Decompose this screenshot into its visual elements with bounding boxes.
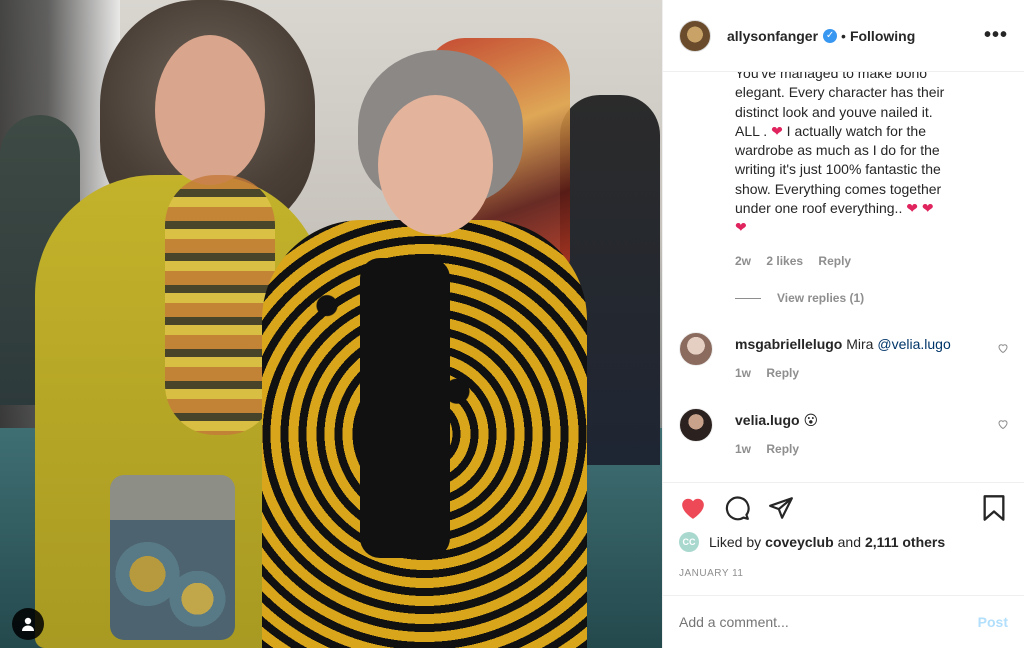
avatar[interactable] <box>679 332 713 366</box>
heart-filled-icon[interactable] <box>679 494 707 522</box>
liker-username[interactable]: coveyclub <box>765 534 833 550</box>
comment-line: elegant. Every character has their <box>735 84 945 101</box>
comment-line: ❤ <box>735 219 747 236</box>
likes-others-link[interactable]: 2,111 others <box>865 534 945 550</box>
comment-meta: 1w Reply <box>735 366 811 380</box>
share-icon[interactable] <box>767 494 795 522</box>
more-options-icon[interactable]: ••• <box>984 24 1008 47</box>
comment-time: 1w <box>735 442 752 456</box>
liker-avatar[interactable]: CC <box>679 532 699 552</box>
comment-text: msgabriellelugo Mira @velia.lugo <box>735 336 951 352</box>
comment-content: Mira <box>846 336 874 352</box>
reply-button[interactable]: Reply <box>818 254 851 268</box>
post-side-panel: allysonfanger ✓ • Following ••• You've m… <box>662 0 1024 648</box>
avatar[interactable] <box>679 19 711 52</box>
bookmark-icon[interactable] <box>980 494 1008 522</box>
comment-time: 1w <box>735 366 752 380</box>
photo-woman-face <box>155 35 265 185</box>
comment-meta: 2w 2 likes Reply <box>735 254 863 268</box>
comment-likes[interactable]: 2 likes <box>766 254 803 268</box>
mention-link[interactable]: @velia.lugo <box>877 336 950 352</box>
post-photo[interactable] <box>0 0 662 648</box>
comment-username[interactable]: velia.lugo <box>735 412 800 428</box>
comment-line: distinct look and youve nailed it. <box>735 103 933 120</box>
comment-line: wardrobe as much as I do for the <box>735 142 940 159</box>
comment-body: You've managed to make bono elegant. Eve… <box>735 72 975 238</box>
photo-necklace <box>165 175 275 435</box>
reply-button[interactable]: Reply <box>766 366 799 380</box>
likes-summary: CC Liked by coveyclub and 2,111 others <box>679 532 949 552</box>
photo-black-shirt <box>360 258 450 558</box>
likes-prefix: Liked by <box>709 534 762 550</box>
separator-dot: • <box>841 27 846 44</box>
comment-line: show. Everything comes together <box>735 180 942 197</box>
comment-time: 2w <box>735 254 752 268</box>
comment-input[interactable] <box>679 614 978 630</box>
heart-outline-icon[interactable] <box>997 418 1009 433</box>
reply-button[interactable]: Reply <box>766 442 799 456</box>
comment-meta: 1w Reply <box>735 442 811 456</box>
post-comment-button[interactable]: Post <box>978 614 1008 630</box>
comment-text: velia.lugo 😮 <box>735 412 818 429</box>
verified-badge-icon: ✓ <box>823 28 838 43</box>
add-comment-bar: Post <box>663 595 1024 648</box>
post-date[interactable]: JANUARY 11 <box>679 568 743 579</box>
view-replies-button[interactable]: View replies (1) <box>735 291 864 305</box>
comment-line: You've managed to make bono <box>735 72 928 81</box>
photo-woman-face <box>378 95 493 235</box>
post-header: allysonfanger ✓ • Following ••• <box>663 0 1024 72</box>
comment-username[interactable]: msgabriellelugo <box>735 336 842 352</box>
replies-divider <box>735 297 761 299</box>
comment-content: 😮 <box>803 412 819 428</box>
header-username[interactable]: allysonfanger <box>727 28 818 44</box>
comment-line: under one roof everything.. ❤ ❤ <box>735 200 934 217</box>
view-replies-label: View replies (1) <box>777 291 865 305</box>
following-button[interactable]: Following <box>850 28 915 44</box>
likes-conj: and <box>837 534 861 550</box>
heart-outline-icon[interactable] <box>997 342 1009 357</box>
post-actions <box>663 482 1024 532</box>
comment-line: writing it's just 100% fantastic the <box>735 161 941 178</box>
comment-icon[interactable] <box>723 494 751 522</box>
avatar[interactable] <box>679 408 713 442</box>
photo-bag <box>110 475 235 640</box>
comments-list[interactable]: You've managed to make bono elegant. Eve… <box>663 72 1024 482</box>
comment-line: ALL . ❤ I actually watch for the <box>735 122 926 139</box>
user-tag-icon[interactable] <box>12 608 44 640</box>
